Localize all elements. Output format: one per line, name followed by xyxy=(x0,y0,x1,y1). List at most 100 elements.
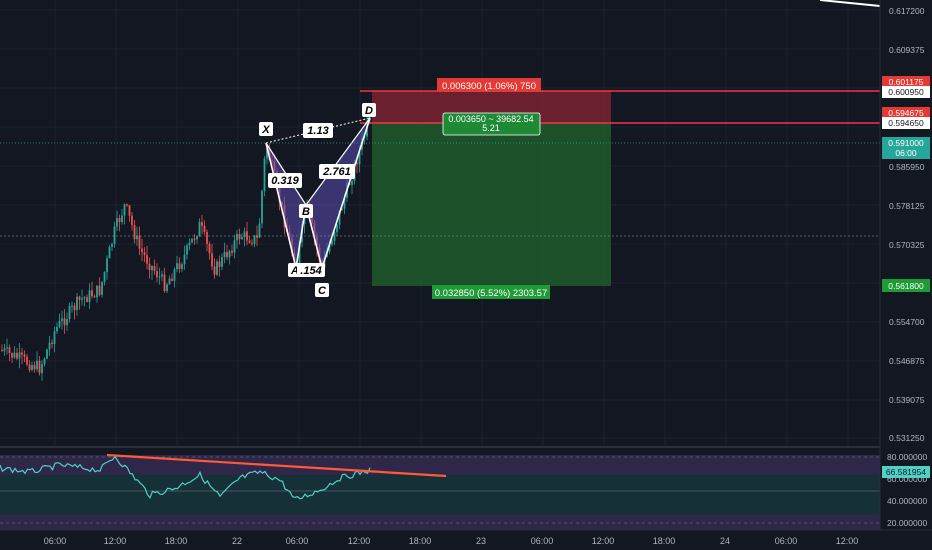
price-tick: 0.570325 xyxy=(889,240,925,250)
rsi-mid-band xyxy=(0,475,880,515)
candle-body xyxy=(88,290,91,303)
candle-body xyxy=(173,269,176,281)
candle-body xyxy=(98,285,101,295)
candle-body xyxy=(231,250,233,253)
rsi-tick: 20.000000 xyxy=(887,518,927,528)
rsi-oversold-band xyxy=(0,515,880,530)
candle-body xyxy=(71,305,73,307)
entry-label-line2: 5.21 xyxy=(482,123,500,133)
point-c-label[interactable]: C xyxy=(315,283,329,297)
candle-body xyxy=(198,222,201,237)
candle-body xyxy=(236,233,238,241)
candle-body xyxy=(211,253,213,267)
price-tick: 0.585950 xyxy=(889,162,925,172)
candle-body xyxy=(76,296,78,310)
candle-body xyxy=(216,261,218,275)
candle-body xyxy=(218,261,221,267)
candle-body xyxy=(133,225,136,240)
candle-body xyxy=(181,264,183,269)
candle-body xyxy=(38,360,41,374)
candle-body xyxy=(251,242,253,244)
candle-body xyxy=(18,352,21,359)
candle-body xyxy=(36,360,38,370)
candle-body xyxy=(248,240,251,243)
stop-price-bottom-text: 0.600950 xyxy=(888,87,924,97)
candle-body xyxy=(253,235,256,244)
candle-body xyxy=(111,243,113,247)
ratio-ac-label[interactable]: .154 xyxy=(297,263,325,277)
stop-price-badge-bottom[interactable]: 0.600950 xyxy=(882,86,930,98)
candle-body xyxy=(226,251,228,258)
candle-body xyxy=(8,347,11,354)
time-label: 18:00 xyxy=(409,536,432,546)
point-b-text: B xyxy=(302,206,310,218)
entry-label[interactable]: 0.003650 ~ 39682.54 5.21 xyxy=(442,112,541,136)
target-price-badge[interactable]: 0.561800 xyxy=(882,279,930,292)
candle-body xyxy=(263,158,266,191)
time-label: 24 xyxy=(720,536,730,546)
candle-body xyxy=(146,255,148,264)
stop-label[interactable]: 0.006300 (1.06%) 750 xyxy=(437,78,541,92)
time-label: 06:00 xyxy=(286,536,309,546)
candle-body xyxy=(6,347,8,349)
point-d-label[interactable]: D xyxy=(362,103,376,117)
time-label: 18:00 xyxy=(653,536,676,546)
candle-body xyxy=(51,342,53,344)
candle-body xyxy=(131,215,133,226)
candle-body xyxy=(168,278,171,285)
rsi-tick: 40.000000 xyxy=(887,496,927,506)
candle-body xyxy=(228,250,231,258)
candle-body xyxy=(46,349,48,359)
candle-body xyxy=(3,348,6,351)
candle-body xyxy=(221,257,223,267)
candle-body xyxy=(123,204,126,216)
candle-body xyxy=(163,274,166,292)
candle-body xyxy=(1,350,3,351)
candle-body xyxy=(161,274,163,277)
candle-body xyxy=(58,320,61,327)
ratio-xb-label[interactable]: 0.319 xyxy=(268,173,302,188)
candle-body xyxy=(138,235,141,249)
entry-price-badge-bottom[interactable]: 0.594650 xyxy=(882,117,930,129)
entry-price-top-text: 0.594675 xyxy=(888,108,924,118)
candle-body xyxy=(116,218,118,227)
entry-price-bottom-text: 0.594650 xyxy=(888,118,924,128)
trading-chart[interactable]: X A B C D 1.13 0.319 2.761 .154 0.006300… xyxy=(0,0,932,550)
candle-body xyxy=(143,252,146,256)
time-label: 12:00 xyxy=(836,536,859,546)
candle-body xyxy=(261,190,263,224)
candle-body xyxy=(126,204,128,206)
candle-body xyxy=(121,215,123,223)
candle-body xyxy=(176,263,178,270)
candle-body xyxy=(223,251,226,258)
candle-body xyxy=(188,242,191,246)
candle-body xyxy=(141,248,143,253)
candle-body xyxy=(258,223,261,238)
candle-body xyxy=(103,271,106,282)
target-label[interactable]: 0.032850 (5.52%) 2303.57 xyxy=(432,285,550,299)
countdown-text: 06:00 xyxy=(895,148,917,158)
candle-body xyxy=(106,258,108,272)
ratio-xd-label[interactable]: 1.13 xyxy=(303,123,333,138)
time-label: 22 xyxy=(232,536,242,546)
candle-body xyxy=(351,180,353,185)
time-label: 18:00 xyxy=(165,536,188,546)
candle-body xyxy=(128,205,131,216)
rsi-pane[interactable] xyxy=(0,453,880,530)
candle-body xyxy=(233,240,236,253)
candle-body xyxy=(196,236,198,240)
candle-body xyxy=(178,263,181,269)
point-b-label[interactable]: B xyxy=(299,204,313,218)
candle-body xyxy=(28,364,31,371)
point-x-label[interactable]: X xyxy=(259,122,273,136)
ratio-bd-label[interactable]: 2.761 xyxy=(319,164,355,179)
target-zone[interactable] xyxy=(372,123,611,286)
candle-body xyxy=(16,352,18,359)
candle-body xyxy=(101,281,103,295)
rsi-value-badge[interactable]: 66.581954 xyxy=(882,466,930,478)
candle-body xyxy=(48,342,51,350)
price-tick: 0.578125 xyxy=(889,201,925,211)
candle-body xyxy=(193,238,196,240)
current-price-badge[interactable]: 0.591000 06:00 xyxy=(882,137,930,159)
candle-body xyxy=(113,226,116,244)
